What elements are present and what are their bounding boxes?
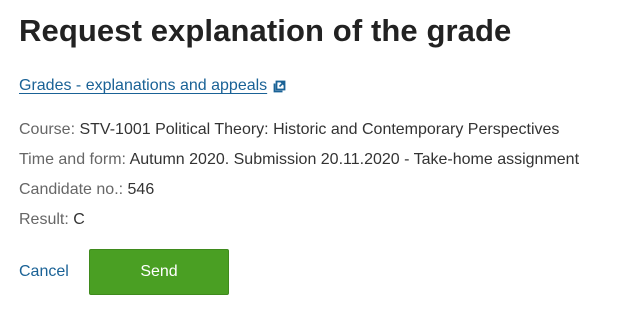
detail-course-label: Course: [19,121,76,138]
detail-course: Course: STV-1001 Political Theory: Histo… [19,120,579,150]
detail-result-label: Result: [19,211,69,228]
detail-time-form: Time and form: Autumn 2020. Submission 2… [19,150,579,180]
detail-candidate: Candidate no.: 546 [19,180,579,210]
grade-details: Course: STV-1001 Political Theory: Histo… [19,120,579,240]
grades-info-link-label: Grades - explanations and appeals [19,77,268,94]
page-title: Request explanation of the grade [19,13,512,48]
detail-course-value: STV-1001 Political Theory: Historic and … [79,121,560,138]
external-link-icon [273,80,286,93]
send-button[interactable]: Send [89,249,229,295]
grades-info-link[interactable]: Grades - explanations and appeals [19,77,286,95]
detail-candidate-value: 546 [127,181,155,198]
detail-result-value: C [73,211,85,228]
detail-time-form-label: Time and form: [19,151,126,168]
detail-time-form-value: Autumn 2020. Submission 20.11.2020 - Tak… [129,151,580,168]
detail-candidate-label: Candidate no.: [19,181,124,198]
cancel-link[interactable]: Cancel [19,263,89,281]
form-actions: Cancel Send [19,249,229,295]
detail-result: Result: C [19,210,579,240]
